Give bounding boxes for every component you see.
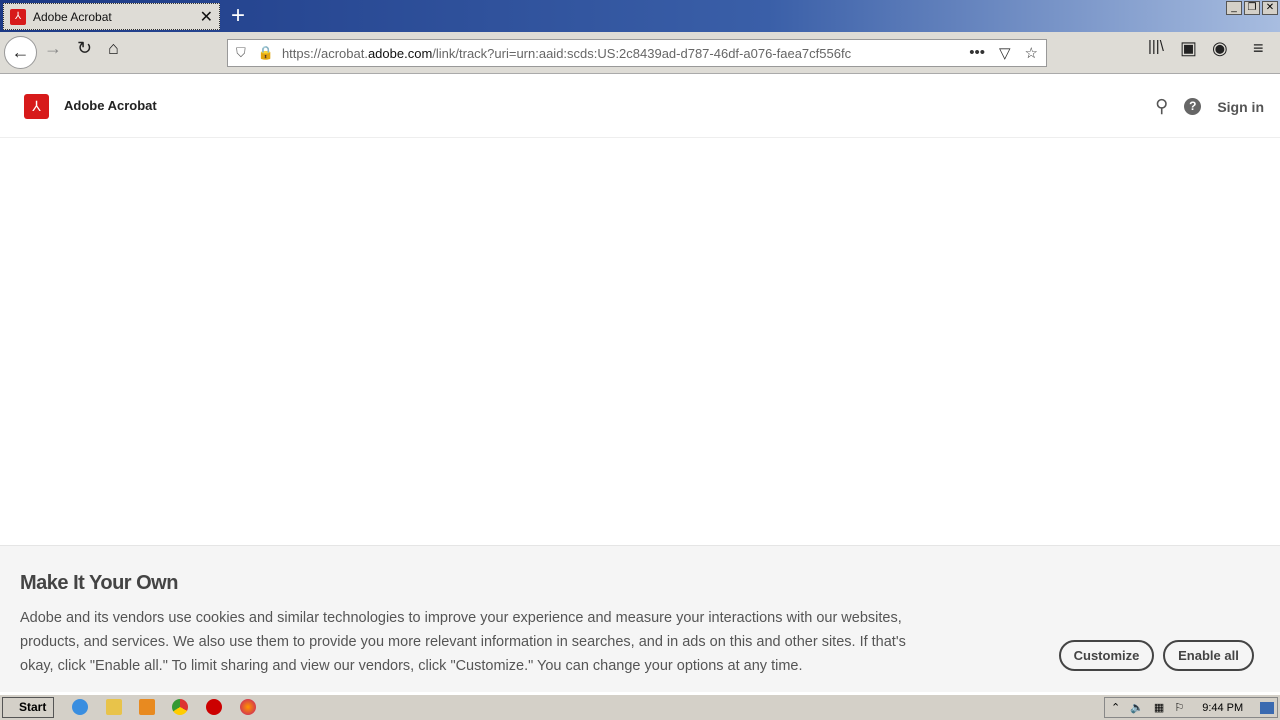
sign-in-link[interactable]: Sign in (1217, 99, 1264, 115)
restore-button[interactable]: ❐ (1244, 1, 1260, 15)
firefox-icon[interactable] (240, 699, 256, 715)
back-button[interactable]: ← (4, 36, 37, 69)
menu-icon[interactable]: ≡ (1253, 38, 1264, 59)
show-desktop-icon[interactable] (1260, 701, 1274, 714)
forward-button[interactable]: → (44, 38, 62, 59)
reload-button[interactable]: ↻ (77, 38, 92, 59)
tab-title: Adobe Acrobat (33, 9, 112, 24)
tray-expand-icon[interactable]: ⌃ (1111, 701, 1120, 714)
network-icon[interactable]: ▦ (1154, 701, 1164, 714)
title-bar: ⅄ Adobe Acrobat ✕ + _ ❐ ✕ (0, 0, 1280, 32)
chrome-icon[interactable] (172, 699, 188, 715)
ie-icon[interactable] (72, 699, 88, 715)
explorer-icon[interactable] (106, 699, 122, 715)
volume-icon[interactable]: 🔈 (1130, 701, 1144, 714)
start-button[interactable]: Start (2, 697, 54, 718)
lock-icon[interactable]: 🔒 (258, 45, 274, 61)
close-window-button[interactable]: ✕ (1262, 1, 1278, 15)
acrobat-favicon-icon: ⅄ (10, 8, 26, 25)
help-icon[interactable]: ? (1184, 98, 1202, 115)
site-header: ⅄ Adobe Acrobat ⚲ ? Sign in (0, 74, 1280, 138)
search-icon[interactable]: ⚲ (1155, 96, 1168, 117)
close-tab-icon[interactable]: ✕ (200, 7, 213, 27)
adobe-acrobat-logo-icon[interactable]: ⅄ (24, 94, 49, 119)
cookie-banner: Make It Your Own Adobe and its vendors u… (0, 545, 1280, 692)
bookmark-star-icon[interactable]: ☆ (1025, 44, 1038, 62)
banner-text: Adobe and its vendors use cookies and si… (20, 610, 906, 674)
url-prefix: https://acrobat. (281, 45, 368, 61)
taskbar: Start ⌃ 🔈 ▦ ⚐ 9:44 PM (0, 694, 1280, 720)
nav-bar: ← → ↻ ⌂ ⛉ 🔒 https://acrobat. adobe.com/li… (0, 32, 1280, 74)
new-tab-button[interactable]: + (231, 2, 245, 30)
account-icon[interactable]: ◉ (1212, 38, 1228, 59)
media-player-icon[interactable] (139, 699, 155, 715)
url-path: /link/track?uri=urn:aaid:scds:US:2c8439a… (432, 45, 852, 61)
url-domain: adobe.com (367, 45, 433, 61)
opera-icon[interactable] (206, 699, 222, 715)
url-bar[interactable]: ⛉ 🔒 https://acrobat. adobe.com/link/track… (227, 39, 1047, 67)
library-icon[interactable]: |||\ (1148, 38, 1164, 55)
sidebar-icon[interactable]: ▣ (1180, 38, 1197, 59)
tab-adobe-acrobat[interactable]: ⅄ Adobe Acrobat ✕ (3, 3, 220, 30)
minimize-button[interactable]: _ (1226, 1, 1242, 15)
brand-name[interactable]: Adobe Acrobat (64, 98, 157, 113)
banner-title: Make It Your Own (20, 572, 178, 594)
clock[interactable]: 9:44 PM (1202, 702, 1243, 714)
system-tray: ⌃ 🔈 ▦ ⚐ 9:44 PM (1104, 697, 1278, 718)
pocket-icon[interactable]: ▽ (999, 44, 1011, 62)
enable-all-button[interactable]: Enable all (1163, 640, 1254, 671)
shield-icon[interactable]: ⛉ (236, 45, 246, 61)
more-actions-icon[interactable]: ••• (969, 44, 985, 62)
flag-icon[interactable]: ⚐ (1174, 701, 1184, 714)
customize-button[interactable]: Customize (1059, 640, 1154, 671)
home-button[interactable]: ⌂ (108, 38, 119, 59)
